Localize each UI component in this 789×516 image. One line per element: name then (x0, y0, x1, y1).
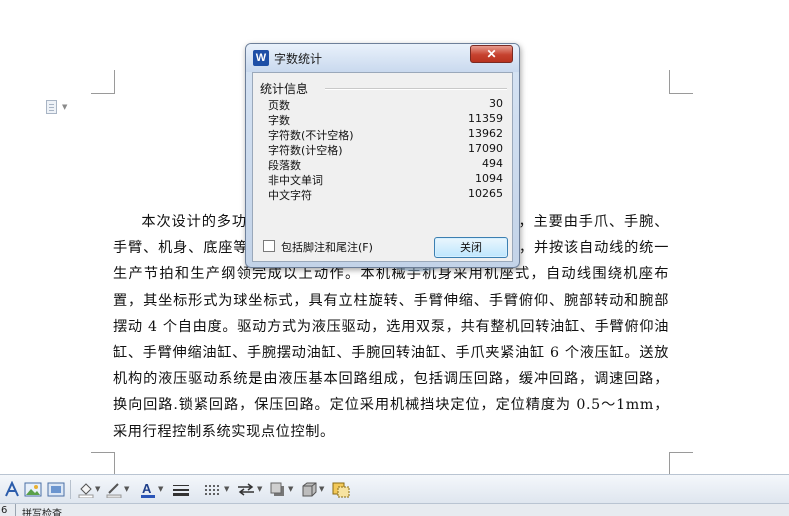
fill-color-icon[interactable] (78, 481, 94, 498)
chevron-down-icon[interactable]: ▼ (124, 486, 129, 493)
svg-text:A: A (142, 481, 152, 496)
include-footnotes-checkbox[interactable] (263, 240, 275, 252)
stat-label: 中文字符 (268, 189, 312, 202)
spell-check-status[interactable]: 拼写检查 (22, 505, 62, 516)
margin-corner-bottom-right (669, 452, 693, 474)
stat-value: 30 (489, 97, 503, 110)
status-page-number: 6 (1, 505, 8, 516)
image-frame-icon[interactable] (47, 481, 65, 498)
dialog-titlebar[interactable]: W 字数统计 ✕ (246, 44, 519, 72)
status-bar: 6 拼写检查 (0, 503, 789, 516)
toolbar-separator (70, 480, 71, 499)
paragraph-marker-icon[interactable]: ▼ (46, 99, 74, 115)
stat-row-pages: 页数 30 (268, 97, 503, 112)
stat-label: 段落数 (268, 159, 301, 172)
select-objects-icon[interactable] (332, 481, 350, 498)
line-style-icon[interactable] (172, 481, 190, 498)
stat-value: 13962 (468, 127, 503, 140)
stat-value: 494 (482, 157, 503, 170)
dash-style-icon[interactable] (204, 481, 222, 498)
stat-label: 字符数(不计空格) (268, 129, 354, 142)
stat-row-chars-with-spaces: 字符数(计空格) 17090 (268, 142, 503, 157)
chevron-down-icon[interactable]: ▼ (95, 486, 100, 493)
dialog-title: 字数统计 (274, 52, 323, 66)
group-divider (325, 88, 507, 90)
word-count-dialog: W 字数统计 ✕ 统计信息 页数 30 字数 11359 字符数(不计空格) 1… (245, 43, 520, 268)
chevron-down-icon[interactable]: ▼ (257, 486, 262, 493)
stat-value: 10265 (468, 187, 503, 200)
stats-group-label: 统计信息 (260, 80, 312, 97)
stat-label: 非中文单词 (268, 174, 323, 187)
3d-style-icon[interactable] (301, 481, 317, 498)
stat-label: 页数 (268, 99, 290, 112)
drawing-toolbar: ▼ ▼ A ▼ ▼ ▼ ▼ ▼ (0, 474, 789, 503)
stat-row-words: 字数 11359 (268, 112, 503, 127)
chevron-down-icon[interactable]: ▼ (288, 486, 293, 493)
stat-value: 1094 (475, 172, 503, 185)
chevron-down-icon[interactable]: ▼ (319, 486, 324, 493)
shadow-icon[interactable] (270, 481, 286, 498)
margin-corner-top-left (91, 70, 115, 94)
stat-row-chars-no-spaces: 字符数(不计空格) 13962 (268, 127, 503, 142)
chevron-down-icon[interactable]: ▼ (158, 486, 163, 493)
stat-label: 字数 (268, 114, 290, 127)
stat-row-paragraphs: 段落数 494 (268, 157, 503, 172)
stat-row-chinese-chars: 中文字符 10265 (268, 187, 503, 202)
margin-corner-top-right (669, 70, 693, 94)
stat-value: 11359 (468, 112, 503, 125)
text-direction-icon[interactable] (4, 481, 20, 498)
font-color-icon[interactable]: A (140, 481, 156, 498)
line-color-icon[interactable] (106, 481, 122, 498)
wps-writer-icon: W (253, 50, 269, 66)
stat-row-non-chinese-words: 非中文单词 1094 (268, 172, 503, 187)
status-divider (15, 504, 16, 516)
close-icon[interactable]: ✕ (470, 45, 513, 63)
arrow-style-icon[interactable] (237, 481, 255, 498)
chevron-down-icon[interactable]: ▼ (224, 486, 229, 493)
insert-picture-icon[interactable] (24, 481, 42, 498)
stat-label: 字符数(计空格) (268, 144, 343, 157)
include-footnotes-label[interactable]: 包括脚注和尾注(F) (281, 239, 373, 255)
close-button[interactable]: 关闭 (434, 237, 508, 258)
dialog-content: 统计信息 页数 30 字数 11359 字符数(不计空格) 13962 字符数(… (252, 72, 513, 262)
stat-value: 17090 (468, 142, 503, 155)
margin-corner-bottom-left (91, 452, 115, 474)
